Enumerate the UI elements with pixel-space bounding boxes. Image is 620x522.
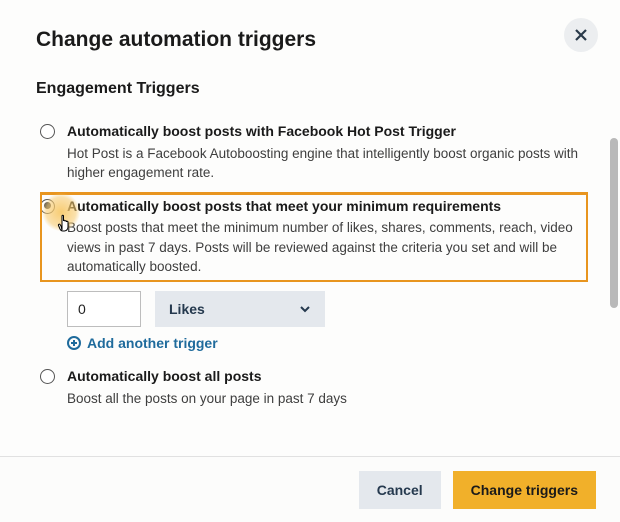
option-boost-all[interactable]: Automatically boost all posts Boost all … [40, 367, 584, 408]
metric-select[interactable]: Likes [155, 291, 325, 327]
add-trigger-label: Add another trigger [87, 335, 218, 351]
trigger-options: Automatically boost posts with Facebook … [36, 122, 584, 408]
radio-min-requirements[interactable] [40, 199, 55, 214]
add-trigger-link[interactable]: Add another trigger [67, 335, 584, 351]
modal-footer: Cancel Change triggers [0, 456, 620, 522]
radio-hot-post[interactable] [40, 124, 55, 139]
option-description: Boost all the posts on your page in past… [67, 389, 584, 409]
metric-selected-label: Likes [169, 301, 205, 317]
option-label: Automatically boost posts with Facebook … [67, 122, 584, 142]
option-description: Hot Post is a Facebook Autoboosting engi… [67, 144, 584, 183]
option-description: Boost posts that meet the minimum number… [67, 218, 584, 277]
option-min-requirements[interactable]: Automatically boost posts that meet your… [40, 197, 584, 277]
change-triggers-modal: Change automation triggers Engagement Tr… [0, 0, 620, 522]
threshold-input[interactable] [67, 291, 141, 327]
cancel-button[interactable]: Cancel [359, 471, 441, 509]
close-button[interactable] [564, 18, 598, 52]
scrollbar-thumb[interactable] [610, 138, 618, 308]
trigger-criteria-row: Likes [67, 291, 584, 327]
close-icon [573, 27, 589, 43]
change-triggers-button[interactable]: Change triggers [453, 471, 596, 509]
option-label: Automatically boost posts that meet your… [67, 197, 584, 217]
option-hot-post[interactable]: Automatically boost posts with Facebook … [40, 122, 584, 183]
chevron-down-icon [299, 303, 311, 315]
section-title: Engagement Triggers [36, 80, 584, 98]
modal-title: Change automation triggers [36, 28, 584, 52]
radio-boost-all[interactable] [40, 369, 55, 384]
option-label: Automatically boost all posts [67, 367, 584, 387]
plus-circle-icon [67, 336, 81, 350]
